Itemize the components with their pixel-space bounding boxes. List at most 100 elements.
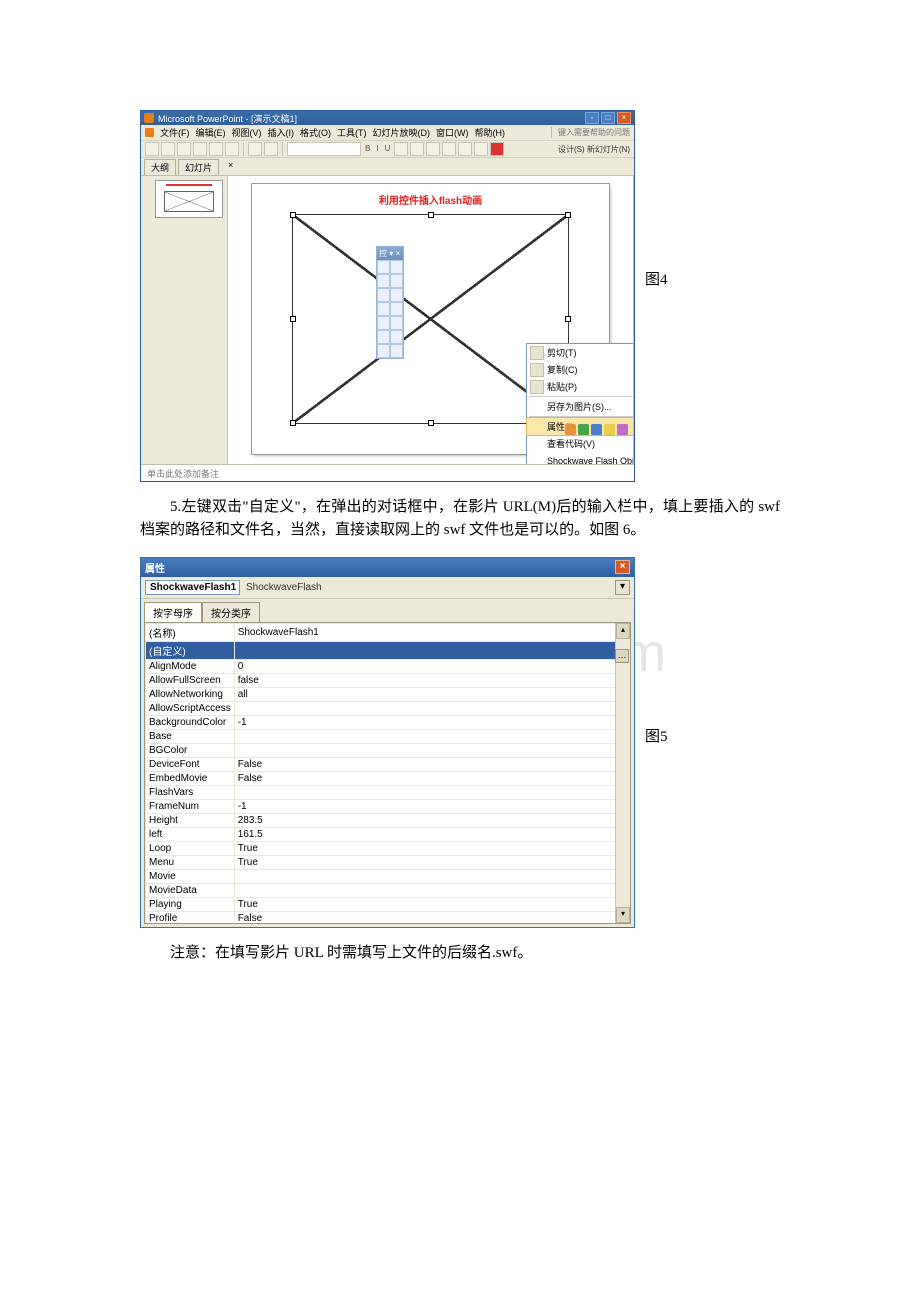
property-name: Playing — [146, 897, 235, 911]
ctx-swf-object[interactable]: Shockwave Flash Object对象(O)▸ — [527, 452, 634, 464]
property-row[interactable]: left161.5 — [146, 827, 630, 841]
property-row[interactable]: BGColor — [146, 743, 630, 757]
property-value[interactable]: -1 — [234, 715, 629, 729]
font-dropdown[interactable] — [287, 142, 361, 156]
property-row[interactable]: PlayingTrue — [146, 897, 630, 911]
ctx-copy[interactable]: 复制(C) — [527, 361, 634, 378]
property-row[interactable]: AllowFullScreenfalse — [146, 673, 630, 687]
scroll-down-button[interactable]: ▾ — [616, 907, 630, 923]
property-row[interactable]: MenuTrue — [146, 855, 630, 869]
toolbar-button[interactable] — [177, 142, 191, 156]
toolbar-button[interactable] — [193, 142, 207, 156]
maximize-button[interactable]: □ — [601, 112, 615, 124]
toolbar-button[interactable] — [225, 142, 239, 156]
toolbar-button[interactable] — [264, 142, 278, 156]
tab-slides[interactable]: 幻灯片 — [178, 159, 219, 175]
separator — [243, 142, 244, 156]
property-row[interactable]: MovieData — [146, 883, 630, 897]
ctx-paste[interactable]: 粘贴(P) — [527, 378, 634, 395]
chevron-down-icon[interactable]: ▾ — [615, 580, 630, 595]
property-row[interactable]: LoopTrue — [146, 841, 630, 855]
property-value[interactable] — [234, 869, 629, 883]
toolbar-button[interactable] — [161, 142, 175, 156]
toolbar-button[interactable] — [248, 142, 262, 156]
property-value[interactable]: True — [234, 841, 629, 855]
property-row[interactable]: ProfileFalse — [146, 911, 630, 924]
menu-edit[interactable]: 编辑(E) — [196, 126, 226, 139]
property-value[interactable] — [234, 701, 629, 715]
property-row[interactable]: AlignMode0 — [146, 659, 630, 673]
property-value[interactable]: False — [234, 757, 629, 771]
toolbox-titlebar[interactable]: 控 ▾ × — [377, 247, 403, 260]
property-value[interactable] — [234, 729, 629, 743]
menu-window[interactable]: 窗口(W) — [436, 126, 469, 139]
property-row[interactable]: Base — [146, 729, 630, 743]
property-value[interactable]: False — [234, 771, 629, 785]
toolbar-button[interactable] — [145, 142, 159, 156]
property-row[interactable]: FrameNum-1 — [146, 799, 630, 813]
menu-tools[interactable]: 工具(T) — [337, 126, 367, 139]
slide-thumbnail[interactable] — [155, 180, 223, 218]
property-row[interactable]: (自定义) — [146, 641, 630, 659]
design-newslide[interactable]: 设计(S) 新幻灯片(N) — [558, 144, 630, 155]
property-value[interactable]: all — [234, 687, 629, 701]
property-row[interactable]: FlashVars — [146, 785, 630, 799]
property-value[interactable]: True — [234, 897, 629, 911]
toolbar-button[interactable] — [458, 142, 472, 156]
close-button[interactable]: × — [615, 560, 630, 574]
close-button[interactable]: × — [617, 112, 631, 124]
toolbar-button[interactable] — [442, 142, 456, 156]
underline-button[interactable]: U — [383, 143, 393, 155]
property-value[interactable]: false — [234, 673, 629, 687]
font-color-button[interactable] — [490, 142, 504, 156]
ctx-view-code[interactable]: 查看代码(V) — [527, 435, 634, 452]
property-row[interactable]: AllowNetworkingall — [146, 687, 630, 701]
property-row[interactable]: DeviceFontFalse — [146, 757, 630, 771]
properties-window: 属性 × ShockwaveFlash1 ShockwaveFlash ▾ 按字… — [140, 557, 635, 928]
ctx-cut[interactable]: 剪切(T) — [527, 344, 634, 361]
property-value[interactable] — [234, 883, 629, 897]
menu-format[interactable]: 格式(O) — [300, 126, 331, 139]
menu-view[interactable]: 视图(V) — [232, 126, 262, 139]
italic-button[interactable]: I — [374, 143, 380, 155]
close-pane-button[interactable]: × — [225, 159, 236, 175]
property-value[interactable]: ShockwaveFlash1 — [234, 623, 629, 641]
ctx-save-as-image[interactable]: 另存为图片(S)... — [527, 398, 634, 415]
tab-outline[interactable]: 大纲 — [144, 159, 176, 175]
menu-slideshow[interactable]: 幻灯片放映(D) — [373, 126, 431, 139]
control-toolbox[interactable]: 控 ▾ × — [376, 246, 404, 359]
property-row[interactable]: AllowScriptAccess — [146, 701, 630, 715]
property-row[interactable]: EmbedMovieFalse — [146, 771, 630, 785]
property-value[interactable] — [234, 641, 629, 659]
scrollbar[interactable]: ▴ … ▾ — [615, 623, 630, 923]
menu-insert[interactable]: 插入(I) — [268, 126, 295, 139]
minimize-button[interactable]: - — [585, 112, 599, 124]
menu-file[interactable]: 文件(F) — [160, 126, 190, 139]
scroll-up-button[interactable]: ▴ — [616, 623, 630, 639]
toolbar-button[interactable] — [474, 142, 488, 156]
notes-placeholder[interactable]: 单击此处添加备注 — [141, 464, 634, 482]
property-row[interactable]: Movie — [146, 869, 630, 883]
object-name-dropdown[interactable]: ShockwaveFlash1 — [145, 580, 240, 595]
property-value[interactable]: -1 — [234, 799, 629, 813]
property-value[interactable] — [234, 743, 629, 757]
menu-help[interactable]: 帮助(H) — [475, 126, 506, 139]
bold-button[interactable]: B — [363, 143, 372, 155]
toolbar-button[interactable] — [410, 142, 424, 156]
tab-categorized[interactable]: 按分类序 — [202, 602, 260, 623]
property-row[interactable]: Height283.5 — [146, 813, 630, 827]
toolbar-button[interactable] — [426, 142, 440, 156]
property-value[interactable]: 283.5 — [234, 813, 629, 827]
property-value[interactable]: 161.5 — [234, 827, 629, 841]
tab-alphabetic[interactable]: 按字母序 — [144, 602, 202, 623]
property-value[interactable] — [234, 785, 629, 799]
toolbar-button[interactable] — [394, 142, 408, 156]
ellipsis-button[interactable]: … — [615, 649, 629, 663]
property-value[interactable]: False — [234, 911, 629, 924]
property-value[interactable]: True — [234, 855, 629, 869]
help-search-hint[interactable]: 键入需要帮助的问题 — [551, 127, 630, 138]
toolbar-button[interactable] — [209, 142, 223, 156]
property-value[interactable]: 0 — [234, 659, 629, 673]
property-row[interactable]: BackgroundColor-1 — [146, 715, 630, 729]
property-row[interactable]: (名称)ShockwaveFlash1 — [146, 623, 630, 641]
